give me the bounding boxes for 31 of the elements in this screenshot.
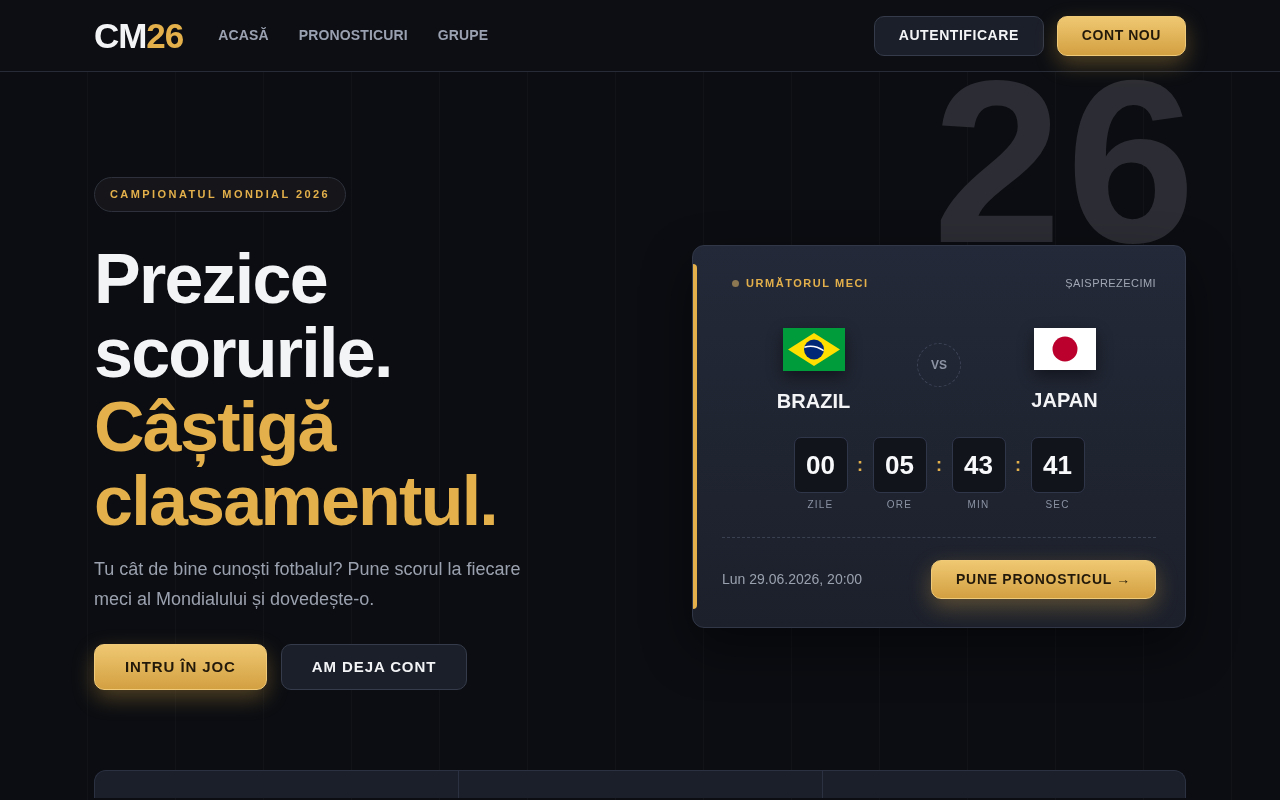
countdown-separator: : xyxy=(857,456,863,474)
team-name: JAPAN xyxy=(1031,388,1098,412)
countdown-unit: ORE xyxy=(886,499,913,511)
play-button[interactable]: INTRU ÎN JOC xyxy=(94,644,267,690)
card-label: URMĂTORUL MECI xyxy=(746,275,869,291)
nav-link[interactable]: PRONOSTICURI xyxy=(298,25,408,46)
login-button[interactable]: AUTENTIFICARE xyxy=(873,15,1044,56)
countdown-tile: 00 xyxy=(793,437,848,493)
have-account-button[interactable]: AM DEJA CONT xyxy=(280,644,468,690)
countdown-unit: SEC xyxy=(1045,499,1070,511)
countdown-tile: 43 xyxy=(951,437,1006,493)
hero-headline: Prezice scorurile. xyxy=(94,242,393,390)
nav-link[interactable]: GRUPE xyxy=(437,25,489,46)
countdown-tile: 05 xyxy=(872,437,927,493)
countdown-separator: : xyxy=(936,456,942,474)
hero-intro: Tu cât de bine cunoști fotbalul? Pune scorul la fiecare meci al Mondialului și dovedește-o. xyxy=(94,558,522,611)
logo[interactable]: CM26 xyxy=(94,18,184,53)
sign-up-button[interactable]: CONT NOU xyxy=(1056,15,1186,56)
countdown-unit: ZILE xyxy=(807,499,834,511)
countdown-tile: 41 xyxy=(1030,437,1085,493)
flag-icon xyxy=(782,328,845,371)
tournament-badge: CAMPIONATUL MONDIAL 2026 xyxy=(94,177,347,212)
countdown-unit: MIN xyxy=(967,499,990,511)
flag-icon xyxy=(1033,328,1096,370)
nav-link[interactable]: ACASĂ xyxy=(218,25,269,46)
hero-headline: Câștigă clasamentul. xyxy=(94,390,499,538)
kickoff-time: Lun 29.06.2026, 20:00 xyxy=(722,570,863,589)
match-stage: ȘAISPREZECIMI xyxy=(1065,275,1156,291)
countdown-separator: : xyxy=(1015,456,1021,474)
team-name: BRAZIL xyxy=(776,389,851,413)
predict-button[interactable]: PUNE PRONOSTICUL → xyxy=(931,560,1156,599)
